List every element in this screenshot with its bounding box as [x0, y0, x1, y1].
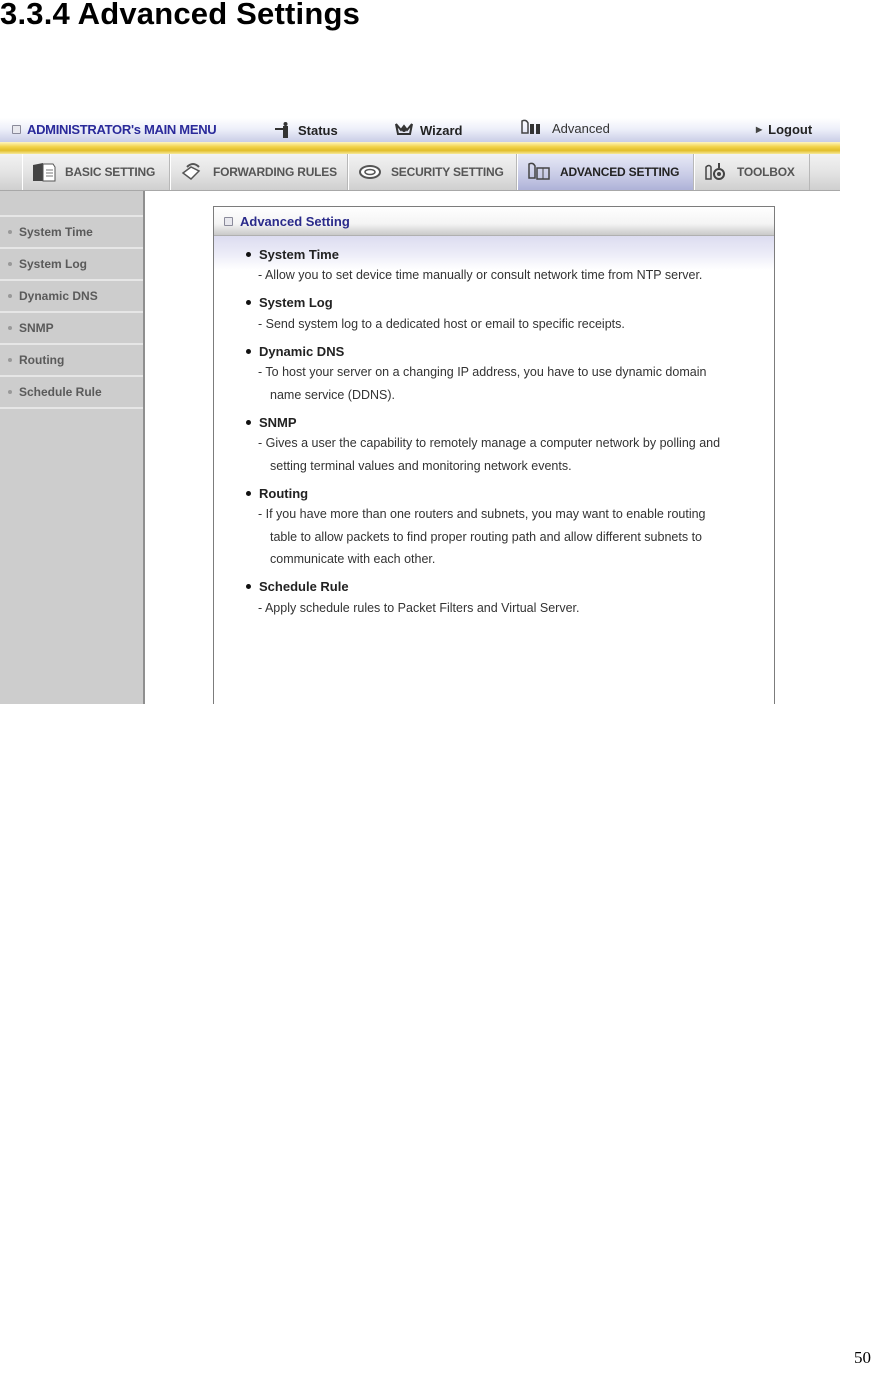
tab-label: SECURITY SETTING — [391, 165, 504, 179]
status-icon — [275, 122, 288, 138]
feature-item: Schedule Rule Apply schedule rules to Pa… — [246, 577, 774, 620]
sidebar-item-label: System Log — [19, 257, 88, 271]
sidebar-item-label: System Time — [19, 225, 93, 239]
tab-forwarding-rules[interactable]: FORWARDING RULES — [170, 154, 348, 190]
tab-label: BASIC SETTING — [65, 165, 156, 179]
sidebar: System Time System Log Dynamic DNS SNMP … — [0, 191, 145, 704]
feature-description: Apply schedule rules to Packet Filters a… — [246, 597, 736, 620]
bullet-icon — [246, 300, 251, 305]
feature-title: System Time — [259, 246, 339, 262]
advanced-icon — [526, 161, 552, 183]
feature-item: Routing If you have more than one router… — [246, 483, 774, 571]
status-label: Status — [298, 122, 338, 138]
tab-basic-setting[interactable]: BASIC SETTING — [22, 154, 170, 190]
bullet-icon — [8, 294, 12, 298]
wizard-link[interactable]: Wizard — [394, 122, 463, 138]
feature-item: Dynamic DNS To host your server on a cha… — [246, 341, 774, 406]
tab-advanced-setting[interactable]: ADVANCED SETTING — [517, 154, 694, 190]
feature-description: If you have more than one routers and su… — [246, 503, 736, 571]
square-icon — [224, 216, 233, 226]
sidebar-header — [0, 191, 143, 217]
toolbox-icon — [703, 161, 729, 183]
sidebar-item-schedule-rule[interactable]: Schedule Rule — [0, 377, 143, 409]
advanced-link[interactable]: Advanced — [520, 119, 610, 137]
sidebar-item-system-log[interactable]: System Log — [0, 249, 143, 281]
advanced-icon — [521, 119, 540, 134]
tab-label: ADVANCED SETTING — [560, 165, 680, 179]
logout-label: Logout — [768, 122, 813, 137]
admin-menu-label: ADMINISTRATOR's MAIN MENU — [27, 122, 217, 137]
page-number: 50 — [854, 1348, 871, 1367]
panel-header: Advanced Setting — [214, 207, 774, 236]
advanced-label: Advanced — [552, 120, 610, 136]
sidebar-item-routing[interactable]: Routing — [0, 345, 143, 377]
feature-list: System Time Allow you to set device time… — [214, 244, 774, 619]
tab-bar: BASIC SETTING FORWARDING RULES SECURITY … — [0, 154, 840, 191]
feature-title: Routing — [259, 485, 309, 501]
feature-title: Dynamic DNS — [259, 343, 345, 359]
accent-band — [0, 142, 840, 154]
sidebar-item-label: Routing — [19, 353, 65, 367]
bullet-icon — [246, 251, 251, 257]
tab-security-setting[interactable]: SECURITY SETTING — [348, 154, 517, 190]
panel-title: Advanced Setting — [240, 213, 350, 229]
feature-title: SNMP — [259, 414, 297, 430]
bullet-icon — [8, 230, 12, 234]
feature-item: SNMP Gives a user the capability to remo… — [246, 412, 774, 477]
main-menu-bar: ADMINISTRATOR's MAIN MENU Status Wizard … — [0, 118, 840, 142]
feature-description: Send system log to a dedicated host or e… — [246, 313, 736, 336]
tab-label: TOOLBOX — [737, 165, 795, 179]
feature-description: To host your server on a changing IP add… — [246, 361, 736, 406]
bullet-icon — [8, 262, 12, 266]
router-admin-screenshot: ADMINISTRATOR's MAIN MENU Status Wizard … — [0, 118, 840, 704]
sidebar-item-label: Dynamic DNS — [19, 289, 98, 303]
bullet-icon — [8, 358, 12, 362]
feature-description: Gives a user the capability to remotely … — [246, 432, 736, 477]
forwarding-icon — [179, 161, 205, 183]
triangle-right-icon: ▶ — [756, 125, 763, 134]
sidebar-item-label: SNMP — [19, 321, 54, 335]
sidebar-item-dynamic-dns[interactable]: Dynamic DNS — [0, 281, 143, 313]
feature-description: Allow you to set device time manually or… — [246, 264, 736, 287]
wizard-label: Wizard — [420, 122, 463, 138]
bullet-icon — [8, 390, 12, 394]
folder-icon — [31, 161, 57, 183]
section-title: 3.3.4 Advanced Settings — [0, 0, 361, 31]
logout-link[interactable]: ▶ Logout — [756, 122, 812, 137]
tab-label: FORWARDING RULES — [213, 165, 337, 179]
feature-title: Schedule Rule — [259, 579, 349, 594]
sidebar-item-system-time[interactable]: System Time — [0, 217, 143, 249]
bullet-icon — [246, 584, 251, 589]
sidebar-item-snmp[interactable]: SNMP — [0, 313, 143, 345]
bullet-icon — [246, 419, 251, 425]
admin-main-menu: ADMINISTRATOR's MAIN MENU — [12, 122, 217, 137]
sidebar-item-label: Schedule Rule — [19, 385, 102, 399]
feature-item: System Log Send system log to a dedicate… — [246, 293, 774, 336]
security-icon — [357, 161, 383, 183]
feature-title: System Log — [259, 295, 333, 310]
bullet-icon — [8, 326, 12, 330]
wizard-icon — [395, 123, 413, 135]
advanced-setting-panel: Advanced Setting System Time Allow you t… — [213, 206, 775, 704]
status-link[interactable]: Status — [272, 122, 338, 138]
feature-item: System Time Allow you to set device time… — [246, 244, 774, 287]
tab-toolbox[interactable]: TOOLBOX — [694, 154, 810, 190]
bullet-icon — [246, 348, 251, 354]
square-icon — [12, 125, 21, 134]
bullet-icon — [246, 490, 251, 496]
